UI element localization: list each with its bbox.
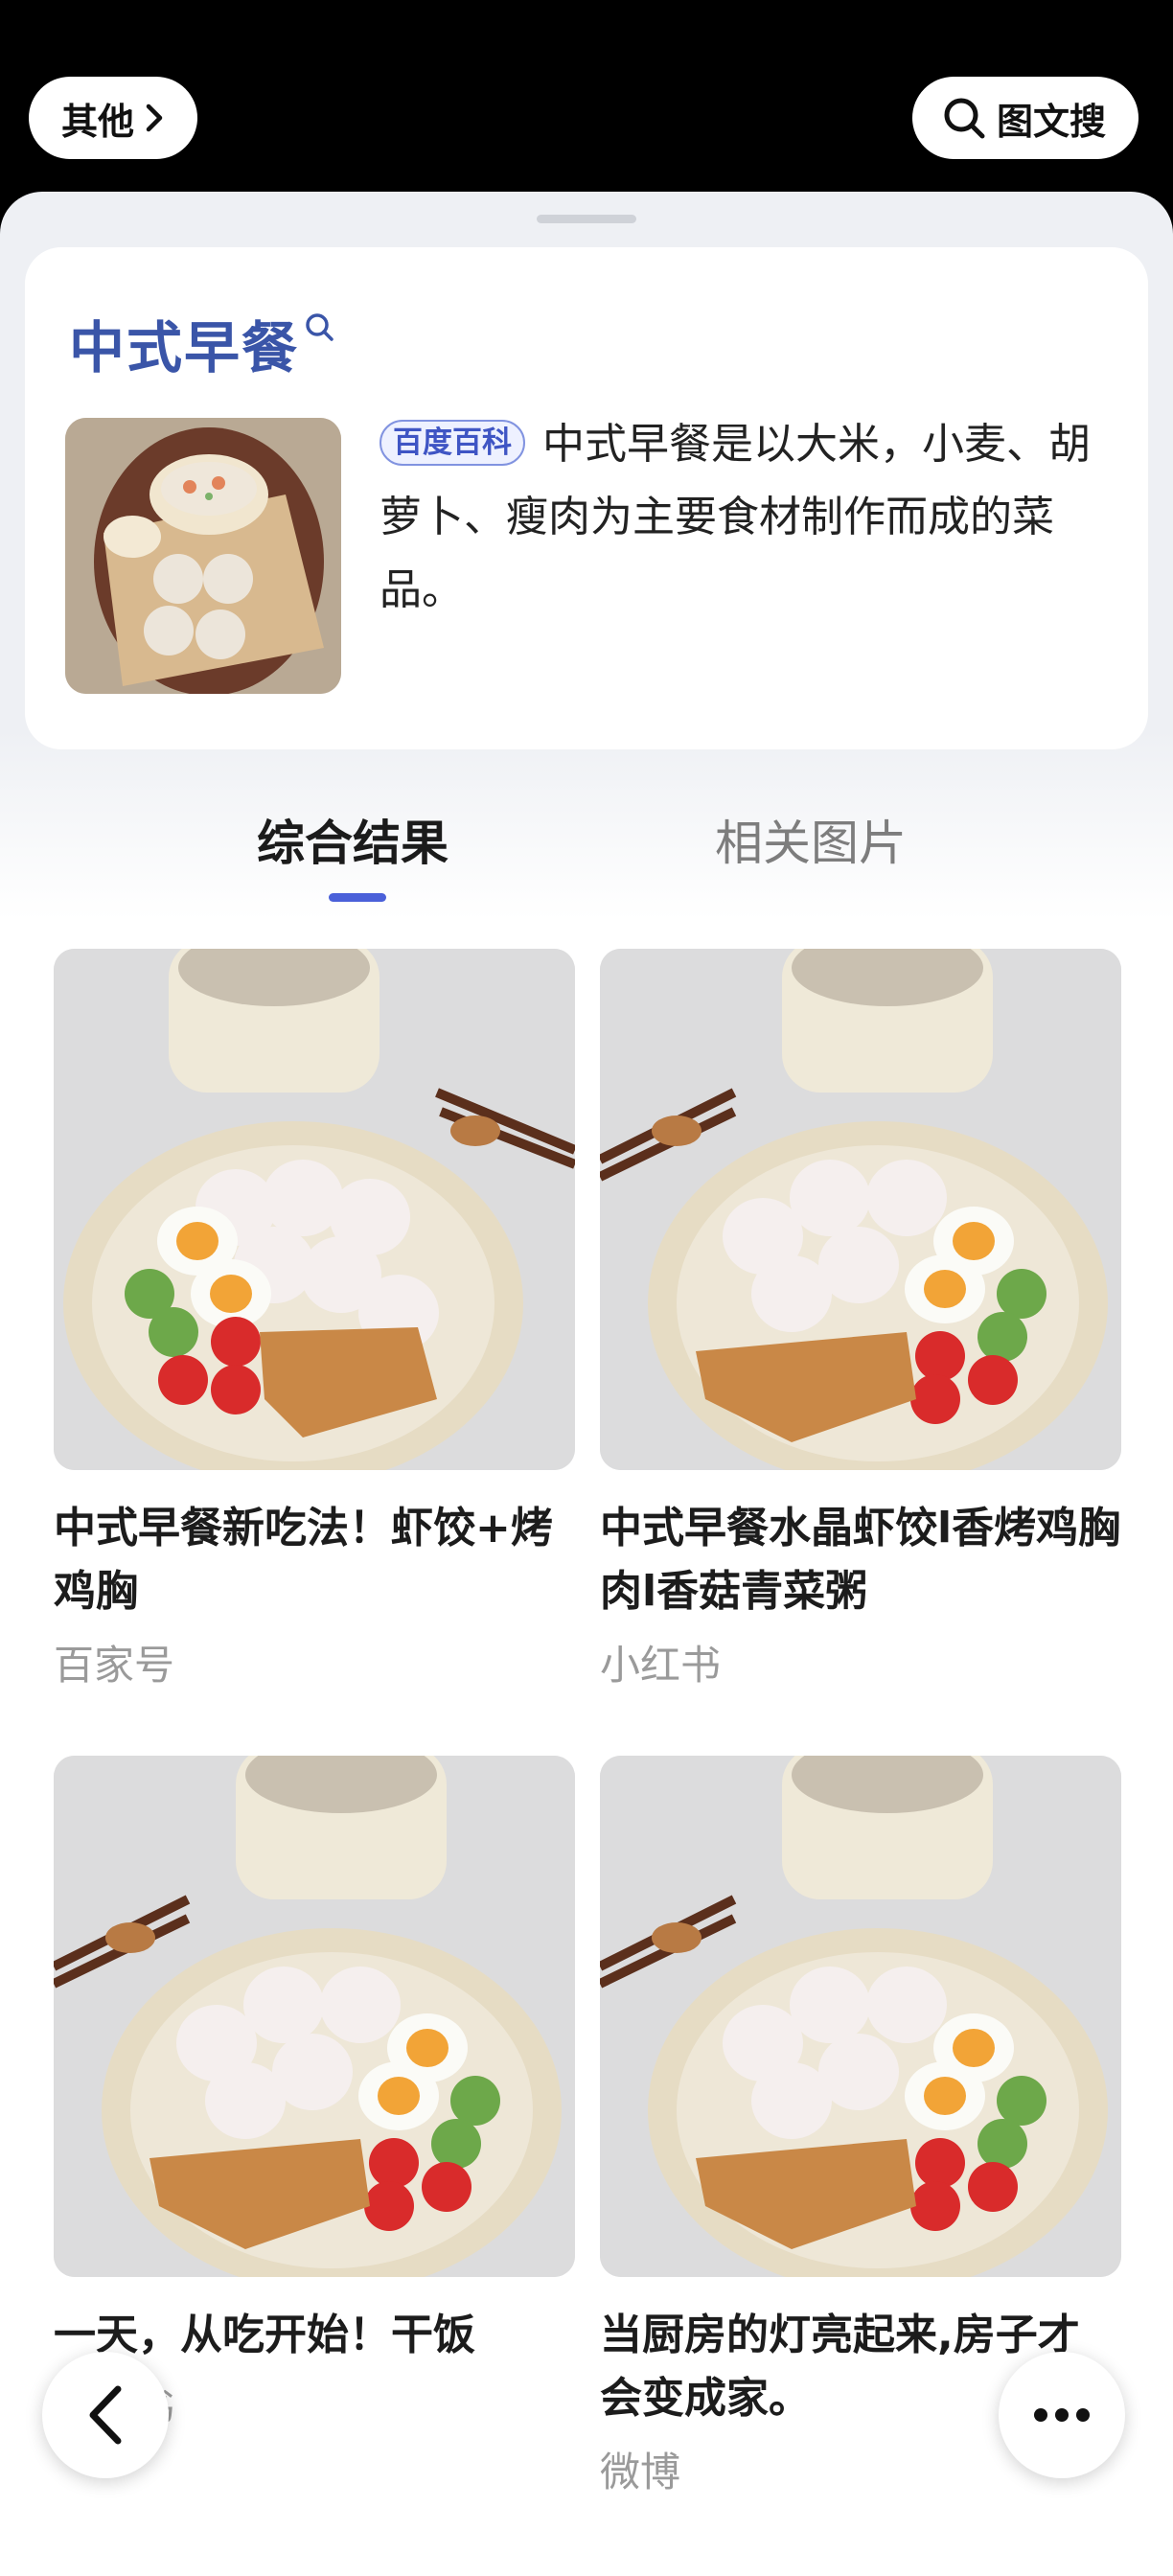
card-title[interactable]: 中式早餐 xyxy=(69,303,299,383)
result-image[interactable] xyxy=(600,949,1121,1470)
active-tab-indicator xyxy=(329,893,386,902)
encyclopedia-card[interactable]: 中式早餐 百度百科 中式早餐是以大米，小麦、胡萝卜、瘦肉为主要食材制作而成的菜品… xyxy=(25,247,1148,749)
other-label: 其他 xyxy=(61,100,135,143)
result-title[interactable]: 中式早餐水晶虾饺l香烤鸡胸肉l香菇青菜粥 xyxy=(600,1497,1121,1623)
result-card[interactable]: 中式早餐水晶虾饺l香烤鸡胸肉l香菇青菜粥 小红书 xyxy=(600,949,1121,1691)
search-icon xyxy=(944,98,985,139)
result-image[interactable] xyxy=(54,1756,575,2277)
tab-related-images[interactable]: 相关图片 xyxy=(715,805,907,874)
result-tabs: 综合结果 相关图片 xyxy=(0,794,1173,908)
result-card[interactable]: 一天，从吃开始！干饭 小红书 xyxy=(54,1756,575,2435)
tab-combined-results[interactable]: 综合结果 xyxy=(257,805,448,874)
chevron-right-icon xyxy=(146,104,163,132)
result-title[interactable]: 中式早餐新吃法！虾饺+烤鸡胸 xyxy=(54,1497,575,1623)
more-button[interactable] xyxy=(999,2352,1125,2478)
more-dots-icon xyxy=(1034,2408,1090,2422)
result-source: 百家号 xyxy=(54,1642,175,1689)
drag-handle[interactable] xyxy=(537,215,636,223)
result-image[interactable] xyxy=(54,949,575,1470)
search-icon[interactable] xyxy=(303,310,335,343)
result-sheet: 中式早餐 百度百科 中式早餐是以大米，小麦、胡萝卜、瘦肉为主要食材制作而成的菜品… xyxy=(0,192,1173,2576)
card-description: 百度百科 中式早餐是以大米，小麦、胡萝卜、瘦肉为主要食材制作而成的菜品。 xyxy=(380,408,1108,627)
image-text-search-label: 图文搜 xyxy=(997,100,1107,143)
result-image[interactable] xyxy=(600,1756,1121,2277)
image-text-search-button[interactable]: 图文搜 xyxy=(912,77,1138,159)
other-button[interactable]: 其他 xyxy=(29,77,197,159)
result-card[interactable]: 中式早餐新吃法！虾饺+烤鸡胸 百家号 xyxy=(54,949,575,1691)
result-source: 小红书 xyxy=(600,1642,722,1689)
back-arrow-icon xyxy=(89,2385,122,2445)
back-button[interactable] xyxy=(42,2352,169,2478)
card-thumbnail[interactable] xyxy=(65,418,341,694)
top-bar: 其他 图文搜 xyxy=(0,0,1173,201)
baike-badge[interactable]: 百度百科 xyxy=(380,420,525,466)
